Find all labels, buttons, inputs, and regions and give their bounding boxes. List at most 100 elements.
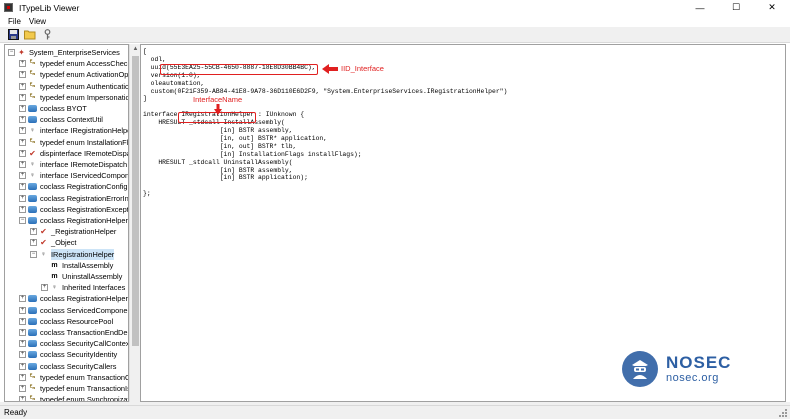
tree-item[interactable]: + ♀ interface IServicedCompone — [19, 170, 128, 181]
tree-item-label: coclass RegistrationHelper — [40, 216, 128, 225]
tree-item[interactable]: + coclass RegistrationExceptic — [19, 204, 128, 215]
expand-icon[interactable]: + — [19, 127, 26, 135]
tree-item-label: System_EnterpriseServices — [29, 48, 120, 57]
interface-icon: ♀ — [29, 127, 36, 135]
tree-item[interactable]: + coclass TransactionEndDele — [19, 327, 128, 338]
scroll-thumb[interactable] — [132, 56, 139, 346]
tree-item[interactable]: + ᴱₙ typedef enum Authenticatio — [19, 81, 129, 92]
expand-icon[interactable]: + — [19, 385, 26, 392]
code-line: [in] BSTR application); — [143, 174, 308, 182]
code-line: [in] InstallationFlags installFlags); — [143, 150, 362, 158]
menu-file[interactable]: File — [4, 17, 25, 26]
tree-item[interactable]: − coclass RegistrationHelper — [19, 215, 128, 226]
coclass-icon — [28, 340, 37, 348]
expand-icon[interactable]: + — [19, 194, 26, 202]
tree-item[interactable]: + coclass ResourcePool — [19, 316, 113, 327]
tree-item[interactable]: + ᴱₙ typedef enum InstallationFla — [19, 137, 129, 148]
save-button[interactable] — [6, 28, 20, 42]
key-button[interactable] — [40, 28, 54, 42]
tree-item[interactable]: + coclass BYOT — [19, 103, 87, 114]
tree-item-label: IRegistrationHelper — [51, 248, 115, 260]
open-folder-button[interactable] — [23, 28, 37, 42]
expand-icon[interactable]: + — [19, 105, 26, 112]
method-icon: m — [51, 273, 58, 280]
tree-item-label: coclass BYOT — [40, 104, 87, 113]
expand-icon[interactable]: + — [19, 183, 26, 191]
typedef-icon: ᴱₙ — [29, 385, 36, 391]
tree-scrollbar[interactable]: ▲ — [129, 44, 140, 402]
tree-item[interactable]: − ♀ IRegistrationHelper — [30, 248, 115, 260]
watermark-brand: NOSEC — [666, 352, 732, 372]
tree-item[interactable]: + ♀ interface IRegistrationHelpe — [19, 125, 128, 136]
code-line: [in, out] BSTR* application, — [143, 134, 328, 142]
collapse-icon[interactable]: − — [8, 49, 15, 56]
expand-icon[interactable]: + — [19, 205, 26, 213]
minimize-button[interactable]: — — [682, 0, 718, 15]
tree-item-label: coclass ResourcePool — [40, 316, 114, 326]
tree-item[interactable]: + ᴱₙ typedef enum AccessChecks — [19, 58, 129, 69]
tree-item[interactable]: + ᴱₙ typedef enum Synchronizati — [19, 394, 128, 401]
expand-icon[interactable]: + — [19, 362, 26, 370]
tree-item[interactable]: + coclass RegistrationHelperT — [19, 293, 128, 304]
expand-icon[interactable]: + — [19, 149, 26, 157]
watermark: NOSEC nosec.org — [622, 344, 772, 394]
expand-icon[interactable]: + — [19, 71, 26, 79]
expand-icon[interactable]: + — [19, 116, 26, 124]
tree-item[interactable]: + ✔ dispinterface IRemoteDispa — [19, 148, 129, 159]
close-button[interactable]: ✕ — [754, 0, 790, 15]
tree-item-label: typedef enum AccessChecks — [40, 59, 129, 69]
tree-item[interactable]: m InstallAssembly — [41, 260, 113, 271]
expand-icon[interactable]: + — [19, 329, 26, 336]
tree-item-label: dispinterface IRemoteDispa — [40, 148, 129, 158]
tree-item[interactable]: + coclass RegistrationConfig — [19, 181, 128, 192]
maximize-button[interactable]: ☐ — [718, 0, 754, 15]
tree-item-label: typedef enum Authenticatio — [40, 81, 129, 91]
expand-icon[interactable]: + — [19, 317, 26, 325]
app-icon — [4, 3, 13, 12]
tree-item[interactable]: + ᴱₙ typedef enum TransactionIs — [19, 383, 128, 394]
expand-icon[interactable]: + — [19, 351, 26, 359]
expand-icon[interactable]: + — [19, 161, 26, 168]
tree-item[interactable]: + coclass SecurityCallContext — [19, 338, 128, 349]
tree-item[interactable]: + ✔ _Object — [30, 237, 76, 248]
resize-grip-icon[interactable] — [778, 408, 788, 418]
type-tree[interactable]: − ✦ System_EnterpriseServices + ᴱₙ typedef en… — [4, 44, 129, 402]
tree-item[interactable]: + ᴱₙ typedef enum Impersonatio — [19, 92, 128, 103]
interface-icon: ♀ — [29, 161, 36, 168]
tree-item[interactable]: − ✦ System_EnterpriseServices — [8, 47, 120, 58]
tree-item[interactable]: + ♀ Inherited Interfaces — [41, 282, 125, 293]
collapse-icon[interactable]: − — [30, 250, 37, 258]
expand-icon[interactable]: + — [19, 306, 26, 314]
tree-item[interactable]: + ✔ _RegistrationHelper — [30, 226, 116, 237]
dispinterface-icon: ✔ — [29, 148, 36, 158]
coclass-icon — [28, 306, 37, 314]
tree-item[interactable]: + coclass ServicedComponent — [19, 305, 128, 316]
expand-icon[interactable]: + — [19, 295, 26, 303]
tree-item[interactable]: + coclass RegistrationErrorInf — [19, 193, 128, 204]
tree-item[interactable]: + ᴱₙ typedef enum TransactionO — [19, 372, 128, 383]
expand-icon[interactable]: + — [19, 172, 26, 180]
expand-icon[interactable]: + — [19, 373, 26, 381]
expand-icon[interactable]: + — [41, 284, 48, 292]
tree-item-label: typedef enum InstallationFla — [40, 137, 129, 147]
expand-icon[interactable]: + — [19, 82, 26, 90]
expand-icon[interactable]: + — [19, 340, 26, 348]
expand-icon[interactable]: + — [19, 60, 26, 68]
tree-item[interactable]: m UninstallAssembly — [41, 271, 122, 282]
tree-item[interactable]: + coclass SecurityIdentity — [19, 349, 117, 360]
tree-item[interactable]: + ♀ interface IRemoteDispatch — [19, 159, 127, 170]
expand-icon[interactable]: + — [19, 138, 26, 146]
expand-icon[interactable]: + — [19, 93, 26, 101]
expand-icon[interactable]: + — [30, 239, 37, 247]
coclass-icon — [28, 329, 37, 336]
code-line: }; — [143, 190, 151, 198]
tree-item[interactable]: + ᴱₙ typedef enum ActivationOpt — [19, 69, 128, 80]
coclass-icon — [28, 194, 37, 202]
menu-view[interactable]: View — [25, 17, 50, 26]
interface-icon: ♀ — [51, 284, 58, 292]
typedef-icon: ᴱₙ — [29, 373, 36, 380]
tree-item[interactable]: + coclass ContextUtil — [19, 114, 103, 125]
tree-item[interactable]: + coclass SecurityCallers — [19, 361, 116, 372]
expand-icon[interactable]: + — [30, 228, 37, 236]
collapse-icon[interactable]: − — [19, 217, 26, 224]
